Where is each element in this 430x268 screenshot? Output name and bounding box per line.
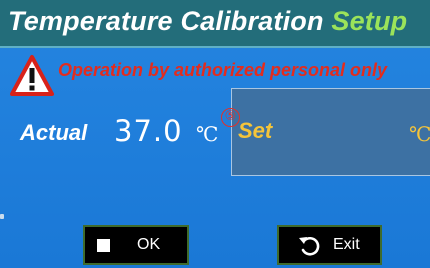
set-unit: ℃ (409, 122, 430, 146)
title-accent: Setup (331, 6, 408, 36)
title-bar: Temperature Calibration Setup (0, 0, 430, 48)
callout-marker: ⑤ (221, 108, 240, 127)
ok-button[interactable]: OK (83, 225, 189, 265)
stop-square-icon (97, 239, 110, 252)
actual-unit: ℃ (196, 122, 219, 146)
undo-arrow-icon (299, 236, 320, 256)
actual-label: Actual (20, 120, 88, 145)
calibration-screen: Temperature Calibration Setup Operation … (0, 0, 430, 268)
warning-message: Operation by authorized personal only (58, 60, 388, 80)
actual-temperature-value: 37.0 (114, 114, 183, 148)
warning-triangle-icon (10, 55, 54, 96)
page-title: Temperature Calibration Setup (8, 6, 407, 37)
set-temperature-field[interactable]: Set ℃ (231, 88, 430, 176)
exit-button[interactable]: Exit (277, 225, 382, 265)
set-label: Set (238, 118, 273, 143)
ok-button-label: OK (137, 236, 161, 253)
edge-indicator (0, 214, 4, 219)
exit-button-label: Exit (333, 236, 360, 253)
title-main: Temperature Calibration (8, 6, 324, 36)
